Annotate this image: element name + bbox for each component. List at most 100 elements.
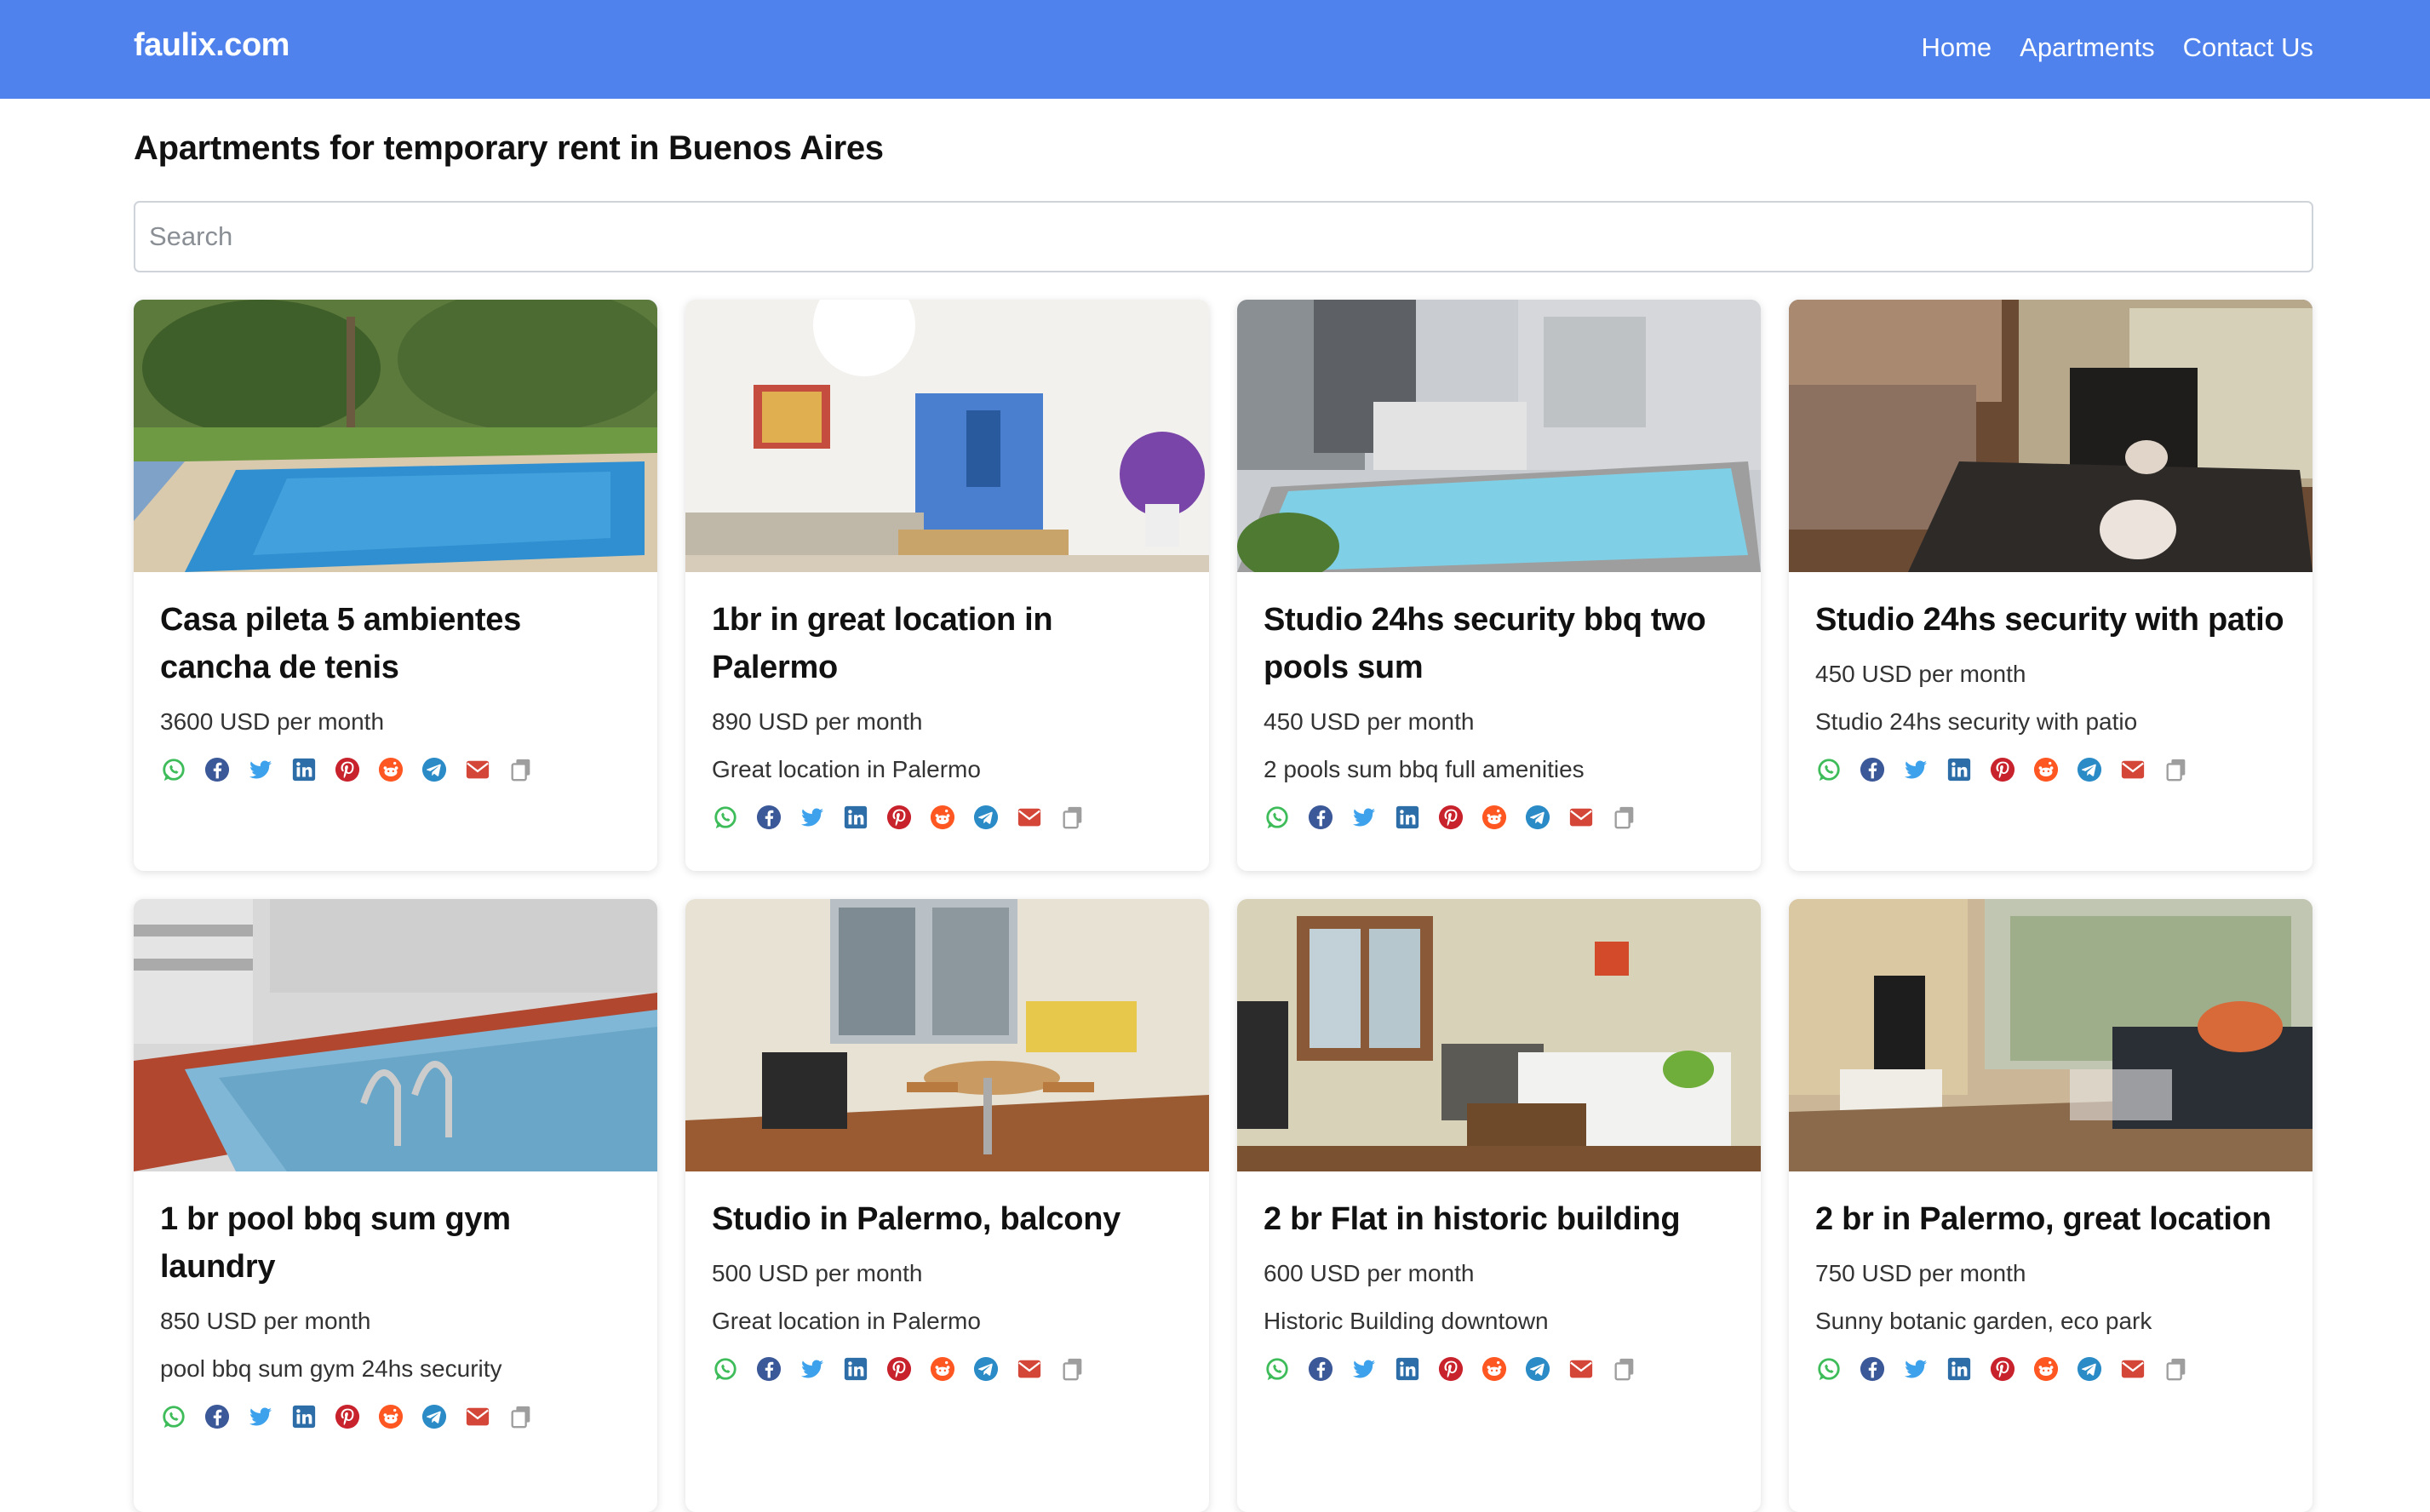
whatsapp-icon[interactable] — [160, 1403, 187, 1430]
listing-title[interactable]: Studio 24hs security with patio — [1815, 596, 2286, 644]
listing-card[interactable]: 1br in great location in Palermo 890 USD … — [685, 300, 1209, 871]
telegram-icon[interactable] — [2076, 756, 2103, 783]
brand-logo[interactable]: faulix.com — [134, 27, 289, 64]
whatsapp-icon[interactable] — [160, 756, 187, 783]
pinterest-icon[interactable] — [1437, 804, 1464, 831]
twitter-icon[interactable] — [799, 804, 826, 831]
pinterest-icon[interactable] — [885, 804, 913, 831]
whatsapp-icon[interactable] — [1815, 1355, 1843, 1383]
listing-title[interactable]: 2 br in Palermo, great location — [1815, 1195, 2286, 1243]
listing-photo[interactable] — [1789, 300, 2313, 572]
copy-icon[interactable] — [2163, 1355, 2190, 1383]
telegram-icon[interactable] — [2076, 1355, 2103, 1383]
whatsapp-icon[interactable] — [1264, 1355, 1291, 1383]
copy-icon[interactable] — [507, 1403, 535, 1430]
linkedin-icon[interactable] — [1946, 756, 1973, 783]
copy-icon[interactable] — [507, 756, 535, 783]
twitter-icon[interactable] — [799, 1355, 826, 1383]
reddit-icon[interactable] — [929, 1355, 956, 1383]
email-icon[interactable] — [2119, 756, 2146, 783]
email-icon[interactable] — [1567, 804, 1595, 831]
reddit-icon[interactable] — [929, 804, 956, 831]
listing-card[interactable]: Casa pileta 5 ambientes cancha de tenis 3… — [134, 300, 657, 871]
search-input[interactable] — [134, 201, 2313, 272]
telegram-icon[interactable] — [1524, 804, 1551, 831]
linkedin-icon[interactable] — [1394, 804, 1421, 831]
whatsapp-icon[interactable] — [712, 1355, 739, 1383]
listing-photo[interactable] — [685, 300, 1209, 572]
telegram-icon[interactable] — [421, 756, 448, 783]
listing-photo[interactable] — [134, 300, 657, 572]
listing-photo[interactable] — [1237, 899, 1761, 1171]
reddit-icon[interactable] — [1481, 804, 1508, 831]
nav-home[interactable]: Home — [1921, 32, 1992, 63]
reddit-icon[interactable] — [2032, 756, 2060, 783]
nav-contact-us[interactable]: Contact Us — [2183, 32, 2313, 63]
listing-card[interactable]: Studio 24hs security with patio 450 USD p… — [1789, 300, 2313, 871]
listing-title[interactable]: 1 br pool bbq sum gym laundry — [160, 1195, 631, 1291]
copy-icon[interactable] — [1611, 804, 1638, 831]
listing-photo[interactable] — [685, 899, 1209, 1171]
linkedin-icon[interactable] — [842, 1355, 869, 1383]
pinterest-icon[interactable] — [334, 1403, 361, 1430]
facebook-icon[interactable] — [1307, 1355, 1334, 1383]
copy-icon[interactable] — [1611, 1355, 1638, 1383]
listing-card[interactable]: 2 br Flat in historic building 600 USD pe… — [1237, 899, 1761, 1512]
email-icon[interactable] — [464, 1403, 491, 1430]
facebook-icon[interactable] — [1307, 804, 1334, 831]
whatsapp-icon[interactable] — [712, 804, 739, 831]
twitter-icon[interactable] — [247, 756, 274, 783]
listing-title[interactable]: 1br in great location in Palermo — [712, 596, 1183, 691]
reddit-icon[interactable] — [2032, 1355, 2060, 1383]
telegram-icon[interactable] — [972, 1355, 1000, 1383]
listing-photo[interactable] — [1237, 300, 1761, 572]
copy-icon[interactable] — [2163, 756, 2190, 783]
pinterest-icon[interactable] — [1989, 756, 2016, 783]
telegram-icon[interactable] — [421, 1403, 448, 1430]
listing-card[interactable]: 2 br in Palermo, great location 750 USD p… — [1789, 899, 2313, 1512]
pinterest-icon[interactable] — [1437, 1355, 1464, 1383]
facebook-icon[interactable] — [1859, 1355, 1886, 1383]
facebook-icon[interactable] — [1859, 756, 1886, 783]
linkedin-icon[interactable] — [290, 1403, 318, 1430]
reddit-icon[interactable] — [377, 756, 404, 783]
reddit-icon[interactable] — [1481, 1355, 1508, 1383]
listing-title[interactable]: Studio in Palermo, balcony — [712, 1195, 1183, 1243]
whatsapp-icon[interactable] — [1264, 804, 1291, 831]
twitter-icon[interactable] — [1350, 804, 1378, 831]
listing-title[interactable]: Studio 24hs security bbq two pools sum — [1264, 596, 1734, 691]
listing-photo[interactable] — [1789, 899, 2313, 1171]
telegram-icon[interactable] — [972, 804, 1000, 831]
listing-photo[interactable] — [134, 899, 657, 1171]
twitter-icon[interactable] — [1902, 756, 1929, 783]
copy-icon[interactable] — [1059, 804, 1086, 831]
email-icon[interactable] — [464, 756, 491, 783]
linkedin-icon[interactable] — [1946, 1355, 1973, 1383]
facebook-icon[interactable] — [755, 1355, 782, 1383]
listing-title[interactable]: 2 br Flat in historic building — [1264, 1195, 1734, 1243]
email-icon[interactable] — [2119, 1355, 2146, 1383]
facebook-icon[interactable] — [203, 1403, 231, 1430]
linkedin-icon[interactable] — [842, 804, 869, 831]
listing-card[interactable]: Studio 24hs security bbq two pools sum 45… — [1237, 300, 1761, 871]
copy-icon[interactable] — [1059, 1355, 1086, 1383]
reddit-icon[interactable] — [377, 1403, 404, 1430]
whatsapp-icon[interactable] — [1815, 756, 1843, 783]
telegram-icon[interactable] — [1524, 1355, 1551, 1383]
nav-apartments[interactable]: Apartments — [2020, 32, 2155, 63]
email-icon[interactable] — [1016, 804, 1043, 831]
email-icon[interactable] — [1016, 1355, 1043, 1383]
pinterest-icon[interactable] — [885, 1355, 913, 1383]
facebook-icon[interactable] — [203, 756, 231, 783]
linkedin-icon[interactable] — [1394, 1355, 1421, 1383]
twitter-icon[interactable] — [247, 1403, 274, 1430]
facebook-icon[interactable] — [755, 804, 782, 831]
linkedin-icon[interactable] — [290, 756, 318, 783]
listing-card[interactable]: Studio in Palermo, balcony 500 USD per mo… — [685, 899, 1209, 1512]
email-icon[interactable] — [1567, 1355, 1595, 1383]
pinterest-icon[interactable] — [334, 756, 361, 783]
twitter-icon[interactable] — [1350, 1355, 1378, 1383]
listing-card[interactable]: 1 br pool bbq sum gym laundry 850 USD per… — [134, 899, 657, 1512]
pinterest-icon[interactable] — [1989, 1355, 2016, 1383]
listing-title[interactable]: Casa pileta 5 ambientes cancha de tenis — [160, 596, 631, 691]
